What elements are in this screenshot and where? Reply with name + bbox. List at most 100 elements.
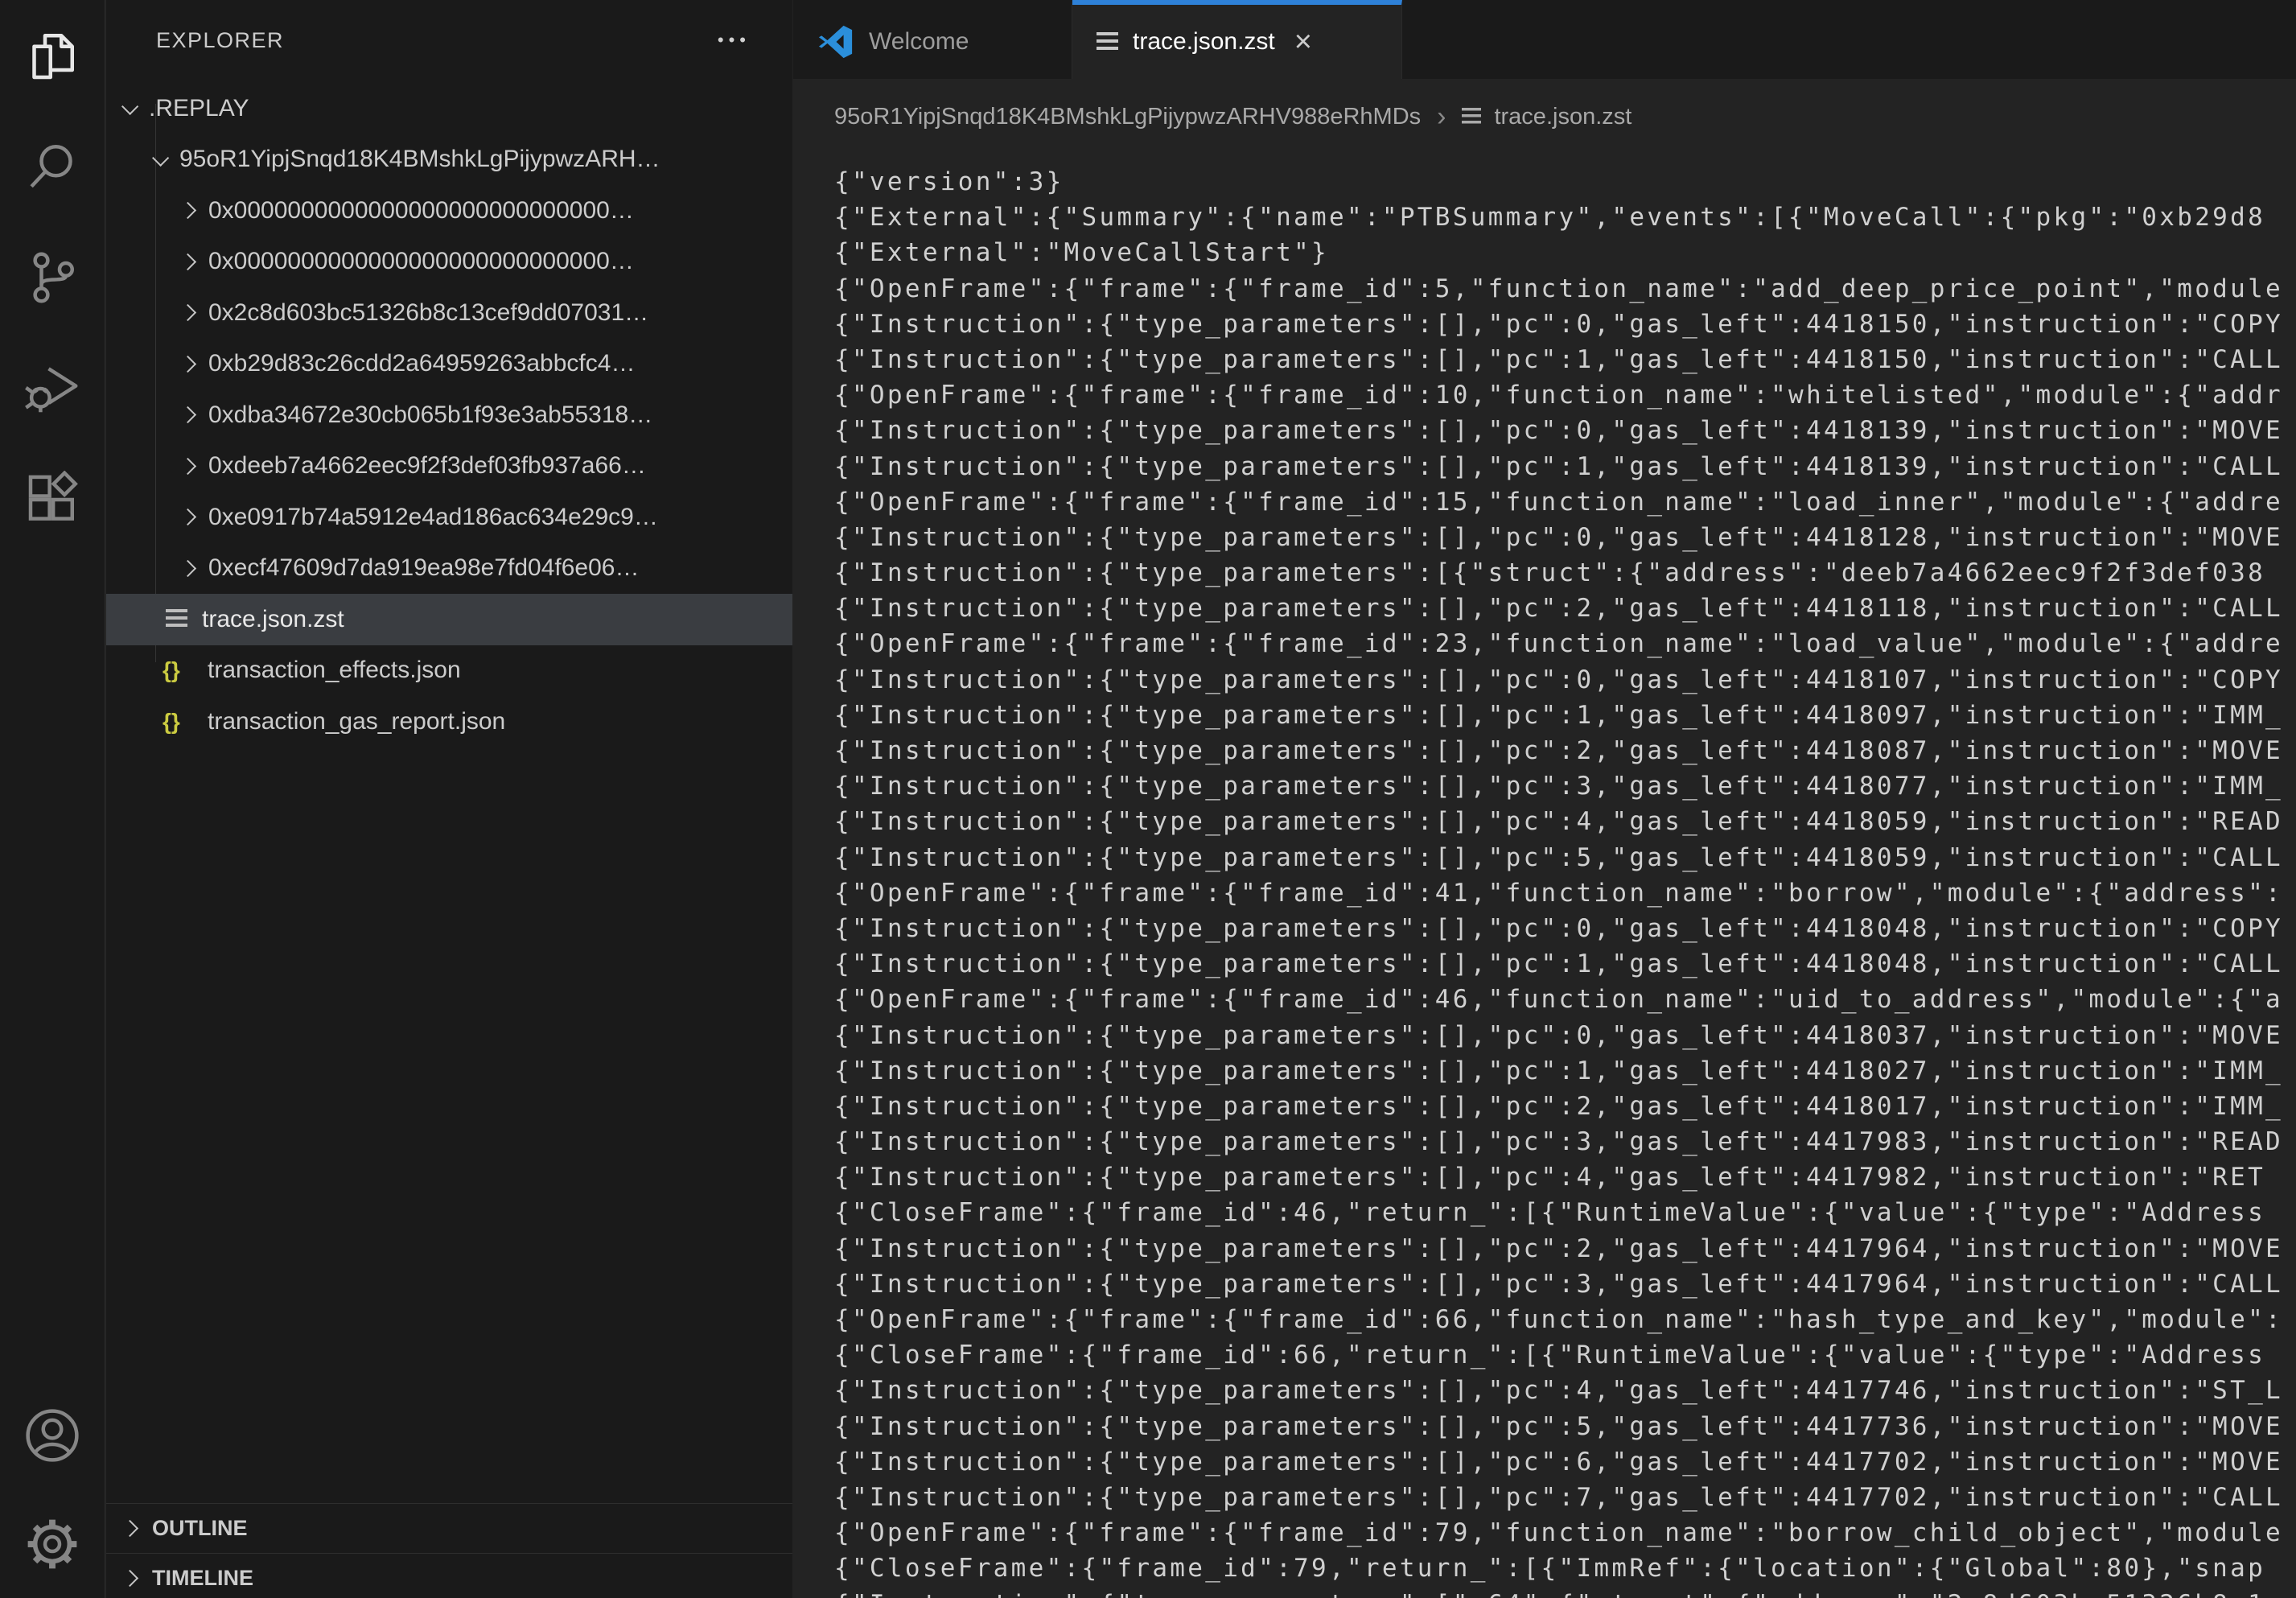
code-line[interactable]: {"Instruction":{"type_parameters":[],"pc… xyxy=(834,1231,2296,1266)
code-line[interactable]: {"Instruction":{"type_parameters":[],"pc… xyxy=(834,591,2296,626)
code-line[interactable]: {"Instruction":{"type_parameters":[],"pc… xyxy=(834,307,2296,342)
code-line[interactable]: {"Instruction":{"type_parameters":[],"pc… xyxy=(834,1018,2296,1053)
tree-item[interactable]: .REPLAY xyxy=(106,83,792,134)
code-line[interactable]: {"OpenFrame":{"frame":{"frame_id":10,"fu… xyxy=(834,377,2296,413)
more-actions-icon[interactable]: ••• xyxy=(718,31,751,49)
source-control-icon[interactable] xyxy=(0,222,105,333)
tab-trace-json-zst[interactable]: trace.json.zst × xyxy=(1072,0,1402,79)
chevron-icon xyxy=(179,356,196,373)
sidebar-section-timeline[interactable]: TIMELINE xyxy=(106,1553,792,1598)
tab-label: Welcome xyxy=(869,28,969,56)
activity-bar xyxy=(0,0,105,1598)
tree-item[interactable]: 0x2c8d603bc51326b8c13cef9dd07031… xyxy=(106,287,792,339)
tree-item-label: 0x0000000000000000000000000000… xyxy=(208,197,634,224)
code-line[interactable]: {"Instruction":{"type_parameters":[],"pc… xyxy=(834,520,2296,555)
breadcrumb-folder[interactable]: 95oR1YipjSnqd18K4BMshkLgPijypwzARHV988eR… xyxy=(834,104,1421,130)
code-line[interactable]: {"Instruction":{"type_parameters":[],"pc… xyxy=(834,662,2296,698)
chevron-right-icon xyxy=(121,1520,138,1537)
sidebar-section-outline[interactable]: OUTLINE xyxy=(106,1503,792,1553)
tree-item-label: 0xdeeb7a4662eec9f2f3def03fb937a66… xyxy=(208,452,646,480)
code-line[interactable]: {"Instruction":{"type_parameters":[],"pc… xyxy=(834,1373,2296,1408)
chevron-icon xyxy=(179,202,196,219)
code-line[interactable]: {"Instruction":{"type_parameters":["u64"… xyxy=(834,1587,2296,1598)
chevron-icon xyxy=(179,304,196,321)
code-line[interactable]: {"Instruction":{"type_parameters":[],"pc… xyxy=(834,768,2296,804)
code-line[interactable]: {"OpenFrame":{"frame":{"frame_id":15,"fu… xyxy=(834,484,2296,520)
close-icon[interactable]: × xyxy=(1294,27,1312,57)
tree-item[interactable]: {} transaction_gas_report.json xyxy=(106,696,792,748)
code-line[interactable]: {"OpenFrame":{"frame":{"frame_id":46,"fu… xyxy=(834,982,2296,1017)
run-and-debug-icon[interactable] xyxy=(0,333,105,444)
tree-item-label: transaction_effects.json xyxy=(208,657,461,684)
breadcrumb-separator-icon: › xyxy=(1437,101,1446,133)
tree-item[interactable]: {} transaction_effects.json xyxy=(106,645,792,697)
code-line[interactable]: {"Instruction":{"type_parameters":[{"str… xyxy=(834,555,2296,591)
code-line[interactable]: {"Instruction":{"type_parameters":[],"pc… xyxy=(834,1053,2296,1089)
chevron-icon xyxy=(179,406,196,423)
settings-gear-icon[interactable] xyxy=(0,1489,105,1598)
explorer-icon[interactable] xyxy=(0,0,105,111)
code-line[interactable]: {"Instruction":{"type_parameters":[],"pc… xyxy=(834,1444,2296,1480)
tree-item[interactable]: 95oR1YipjSnqd18K4BMshkLgPijypwzARH… xyxy=(106,134,792,186)
account-icon[interactable] xyxy=(0,1381,105,1489)
chevron-icon xyxy=(179,458,196,475)
code-line[interactable]: {"OpenFrame":{"frame":{"frame_id":41,"fu… xyxy=(834,875,2296,911)
tree-item-label: transaction_gas_report.json xyxy=(208,708,505,735)
tree-item[interactable]: 0xecf47609d7da919ea98e7fd04f6e06… xyxy=(106,543,792,595)
editor-content[interactable]: {"version":3}{"External":{"Summary":{"na… xyxy=(793,154,2296,1598)
code-line[interactable]: {"CloseFrame":{"frame_id":46,"return_":[… xyxy=(834,1195,2296,1230)
code-line[interactable]: {"OpenFrame":{"frame":{"frame_id":66,"fu… xyxy=(834,1302,2296,1337)
vscode-window: EXPLORER ••• .REPLAY 95oR1YipjSnqd18K4BM… xyxy=(0,0,2296,1598)
tree-item-label: 0x0000000000000000000000000000… xyxy=(208,248,634,275)
search-icon[interactable] xyxy=(0,111,105,222)
tree-item[interactable]: trace.json.zst xyxy=(106,594,792,645)
file-type-icon xyxy=(166,609,187,629)
code-line[interactable]: {"Instruction":{"type_parameters":[],"pc… xyxy=(834,1089,2296,1124)
chevron-right-icon xyxy=(121,1570,138,1587)
code-line[interactable]: {"Instruction":{"type_parameters":[],"pc… xyxy=(834,449,2296,484)
file-type-icon: {} xyxy=(163,709,193,735)
sidebar-header: EXPLORER ••• xyxy=(106,0,792,80)
code-line[interactable]: {"Instruction":{"type_parameters":[],"pc… xyxy=(834,804,2296,839)
sidebar-title: EXPLORER xyxy=(156,28,284,53)
code-line[interactable]: {"Instruction":{"type_parameters":[],"pc… xyxy=(834,911,2296,946)
tree-item[interactable]: 0xb29d83c26cdd2a64959263abbcfc4… xyxy=(106,339,792,390)
tree-item[interactable]: 0xdba34672e30cb065b1f93e3ab55318… xyxy=(106,389,792,441)
code-line[interactable]: {"OpenFrame":{"frame":{"frame_id":79,"fu… xyxy=(834,1515,2296,1551)
code-line[interactable]: {"Instruction":{"type_parameters":[],"pc… xyxy=(834,1159,2296,1195)
vscode-logo-icon xyxy=(817,23,854,60)
code-line[interactable]: {"Instruction":{"type_parameters":[],"pc… xyxy=(834,413,2296,448)
code-line[interactable]: {"Instruction":{"type_parameters":[],"pc… xyxy=(834,1124,2296,1159)
code-line[interactable]: {"version":3} xyxy=(834,164,2296,200)
code-line[interactable]: {"OpenFrame":{"frame":{"frame_id":23,"fu… xyxy=(834,626,2296,661)
chevron-icon xyxy=(179,509,196,525)
chevron-icon xyxy=(179,253,196,270)
code-line[interactable]: {"Instruction":{"type_parameters":[],"pc… xyxy=(834,1480,2296,1515)
code-line[interactable]: {"Instruction":{"type_parameters":[],"pc… xyxy=(834,733,2296,768)
code-line[interactable]: {"Instruction":{"type_parameters":[],"pc… xyxy=(834,1266,2296,1302)
code-line[interactable]: {"Instruction":{"type_parameters":[],"pc… xyxy=(834,946,2296,982)
tree-item[interactable]: 0xe0917b74a5912e4ad186ac634e29c9… xyxy=(106,492,792,543)
breadcrumb-file[interactable]: trace.json.zst xyxy=(1494,104,1631,130)
code-line[interactable]: {"External":"MoveCallStart"} xyxy=(834,235,2296,270)
code-line[interactable]: {"Instruction":{"type_parameters":[],"pc… xyxy=(834,698,2296,733)
tree-item-label: 0xdba34672e30cb065b1f93e3ab55318… xyxy=(208,402,652,429)
code-line[interactable]: {"Instruction":{"type_parameters":[],"pc… xyxy=(834,342,2296,377)
code-line[interactable]: {"External":{"Summary":{"name":"PTBSumma… xyxy=(834,200,2296,235)
code-line[interactable]: {"OpenFrame":{"frame":{"frame_id":5,"fun… xyxy=(834,271,2296,307)
code-line[interactable]: {"CloseFrame":{"frame_id":79,"return_":[… xyxy=(834,1551,2296,1586)
code-line[interactable]: {"Instruction":{"type_parameters":[],"pc… xyxy=(834,840,2296,875)
code-line[interactable]: {"CloseFrame":{"frame_id":66,"return_":[… xyxy=(834,1337,2296,1373)
chevron-icon xyxy=(121,98,138,115)
tree-item[interactable]: 0x0000000000000000000000000000… xyxy=(106,237,792,288)
file-lines-icon xyxy=(1097,32,1118,52)
tree-item-label: 0x2c8d603bc51326b8c13cef9dd07031… xyxy=(208,299,648,327)
tree-item[interactable]: 0xdeeb7a4662eec9f2f3def03fb937a66… xyxy=(106,441,792,492)
tree-item-label: trace.json.zst xyxy=(202,606,344,633)
code-line[interactable]: {"Instruction":{"type_parameters":[],"pc… xyxy=(834,1409,2296,1444)
tab-label: trace.json.zst xyxy=(1133,28,1275,56)
tree-item[interactable]: 0x0000000000000000000000000000… xyxy=(106,185,792,237)
extensions-icon[interactable] xyxy=(0,444,105,555)
tree-item-label: .REPLAY xyxy=(149,95,249,122)
tab-welcome[interactable]: Welcome xyxy=(793,0,1072,79)
